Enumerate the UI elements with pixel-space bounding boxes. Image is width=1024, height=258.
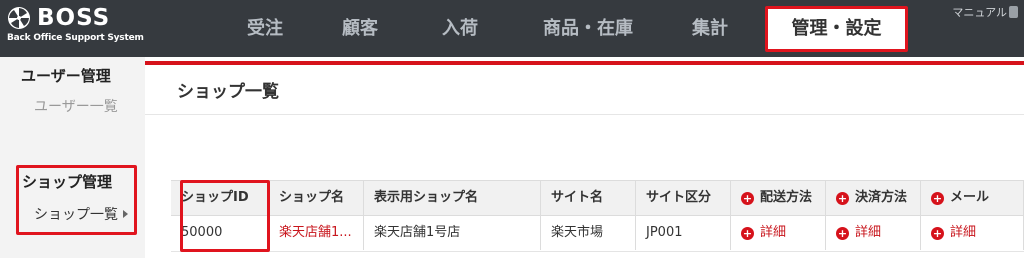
plus-icon: + bbox=[931, 192, 944, 205]
plus-icon: + bbox=[931, 227, 944, 240]
nav-tab-admin-settings[interactable]: 管理・設定 bbox=[765, 6, 908, 52]
cell-site-type: JP001 bbox=[636, 216, 731, 250]
nav-tab-arrivals[interactable]: 入荷 bbox=[430, 0, 490, 57]
manual-link[interactable]: マニュアル bbox=[952, 4, 1018, 20]
logo-subtitle: Back Office Support System bbox=[7, 33, 144, 43]
column-header-display-name: 表示用ショップ名 bbox=[364, 181, 541, 215]
mail-detail-label: 詳細 bbox=[950, 225, 977, 240]
table-header-row: ショップID ショップ名 表示用ショップ名 サイト名 サイト区分 + 配送方法 +… bbox=[171, 180, 1024, 216]
nav-tab-products-inventory[interactable]: 商品・在庫 bbox=[528, 0, 648, 57]
nav-tab-orders[interactable]: 受注 bbox=[235, 0, 295, 57]
plus-icon: + bbox=[741, 192, 754, 205]
column-header-mail[interactable]: + メール bbox=[921, 181, 1024, 215]
shipping-detail-label: 詳細 bbox=[760, 225, 787, 240]
page-title: ショップ一覧 bbox=[177, 82, 279, 102]
manual-badge-icon bbox=[1009, 6, 1018, 18]
column-header-site-name: サイト名 bbox=[541, 181, 636, 215]
cell-mail-detail-link[interactable]: + 詳細 bbox=[921, 216, 1024, 250]
column-header-payment-label: 決済方法 bbox=[855, 190, 908, 205]
column-header-site-type: サイト区分 bbox=[636, 181, 731, 215]
top-navigation-bar: BOSS Back Office Support System 受注 顧客 入荷… bbox=[0, 0, 1024, 57]
sidebar: ユーザー管理 ユーザー一覧 ショップ管理 ショップ一覧 bbox=[0, 57, 145, 258]
title-divider bbox=[145, 114, 1024, 115]
nav-tab-summary[interactable]: 集計 bbox=[680, 0, 740, 57]
manual-label: マニュアル bbox=[952, 6, 1007, 19]
highlight-box-shop-id bbox=[180, 180, 270, 252]
plus-icon: + bbox=[741, 227, 754, 240]
sidebar-item-user-list[interactable]: ユーザー一覧 bbox=[34, 96, 118, 116]
cell-shipping-detail-link[interactable]: + 詳細 bbox=[731, 216, 826, 250]
pinwheel-logo-icon bbox=[8, 7, 30, 29]
nav-tab-customers[interactable]: 顧客 bbox=[330, 0, 390, 57]
highlight-box-shop-management bbox=[16, 165, 137, 235]
payment-detail-label: 詳細 bbox=[855, 225, 882, 240]
table-row: 50000 楽天店舗1... 楽天店舗1号店 楽天市場 JP001 + 詳細 + 詳… bbox=[171, 216, 1024, 252]
column-header-shop-name: ショップ名 bbox=[269, 181, 364, 215]
column-header-shipping[interactable]: + 配送方法 bbox=[731, 181, 826, 215]
logo-text: BOSS bbox=[37, 5, 111, 31]
cell-site-name: 楽天市場 bbox=[541, 216, 636, 250]
cell-payment-detail-link[interactable]: + 詳細 bbox=[826, 216, 921, 250]
plus-icon: + bbox=[836, 227, 849, 240]
boss-logo[interactable]: BOSS Back Office Support System bbox=[7, 5, 144, 49]
cell-shop-name-link[interactable]: 楽天店舗1... bbox=[269, 216, 364, 250]
column-header-shipping-label: 配送方法 bbox=[760, 190, 813, 205]
sidebar-heading-user-management: ユーザー管理 bbox=[21, 67, 111, 85]
plus-icon: + bbox=[836, 192, 849, 205]
main-content: ショップ一覧 ショップID ショップ名 表示用ショップ名 サイト名 サイト区分 … bbox=[145, 57, 1024, 258]
column-header-mail-label: メール bbox=[950, 190, 990, 205]
cell-display-name: 楽天店舗1号店 bbox=[364, 216, 541, 250]
accent-divider bbox=[145, 61, 1024, 65]
column-header-payment[interactable]: + 決済方法 bbox=[826, 181, 921, 215]
